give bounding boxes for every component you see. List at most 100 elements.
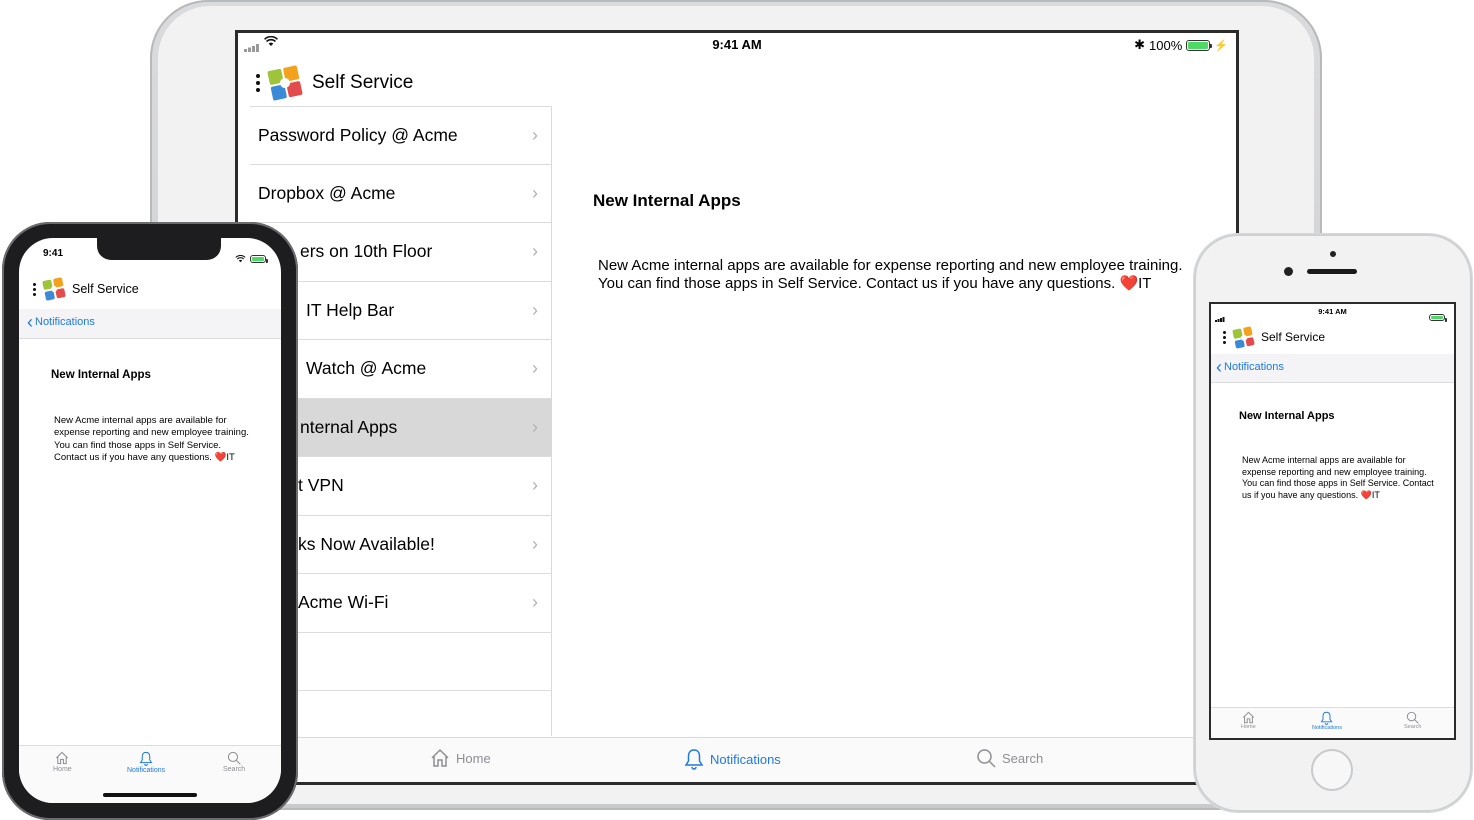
proximity-sensor (1330, 251, 1336, 257)
detail-body: New Acme internal apps are available for… (1242, 455, 1437, 501)
app-header: Self Service (256, 63, 413, 103)
detail-title: New Internal Apps (1239, 410, 1335, 422)
battery-percentage: 100% (1149, 37, 1183, 53)
home-indicator[interactable] (103, 793, 197, 797)
detail-signature: IT (226, 452, 235, 464)
notch (97, 238, 221, 260)
search-icon (227, 751, 241, 765)
iphone-x-screen: 9:41 Self Service ‹ Notifications New In… (19, 238, 281, 803)
list-item-label: nternal Apps (300, 416, 398, 437)
ipad-status-bar: 9:41 AM ✱ 100% ⚡ (238, 33, 1236, 55)
tab-home-label: Home (53, 766, 72, 773)
app-title: Self Service (72, 282, 139, 296)
tab-home-label: Home (1241, 724, 1256, 730)
tab-home[interactable]: Home (1241, 711, 1256, 730)
tab-search-label: Search (223, 766, 246, 773)
tab-notifications-label: Notifications (710, 751, 781, 767)
battery-icon (1186, 39, 1213, 51)
home-icon (1242, 711, 1254, 724)
earpiece-speaker (1307, 269, 1357, 274)
bell-icon (1321, 711, 1333, 725)
heart-icon: ❤️ (1360, 489, 1372, 500)
self-service-logo-icon (267, 65, 303, 101)
tab-notifications[interactable]: Notifications (684, 748, 781, 770)
detail-title: New Internal Apps (593, 191, 741, 210)
list-item-label: IT Help Bar (306, 299, 395, 320)
tab-home[interactable]: Home (53, 751, 72, 773)
back-button-label: Notifications (35, 316, 95, 328)
tab-search[interactable]: Search (1404, 711, 1421, 730)
status-time: 9:41 (43, 248, 64, 259)
tab-notifications-label: Notifications (127, 767, 166, 774)
chevron-right-icon: › (532, 358, 538, 379)
tab-bar: Home Notifications Search (238, 737, 1236, 782)
status-time: 9:41 AM (1318, 307, 1347, 316)
tab-notifications-label: Notifications (1312, 725, 1342, 731)
tab-home-label: Home (456, 750, 491, 766)
status-time: 9:41 AM (712, 37, 762, 52)
search-icon (1407, 711, 1419, 724)
chevron-right-icon: › (532, 241, 538, 262)
detail-signature: IT (1371, 489, 1380, 500)
chevron-left-icon: ‹ (1216, 357, 1222, 377)
iphone-8-screen: 9:41 AM Self Service ‹ Notifications New… (1209, 302, 1456, 740)
list-item-label: Acme Wi-Fi (298, 592, 389, 613)
list-item[interactable]: Dropbox @ Acme › (250, 165, 552, 223)
list-item[interactable]: Password Policy @ Acme › (250, 106, 552, 165)
status-right: ✱ 100% ⚡ (1134, 37, 1228, 53)
bluetooth-icon: ✱ (1134, 37, 1146, 52)
home-icon (431, 748, 449, 767)
more-menu-icon[interactable] (33, 282, 36, 296)
wifi-icon (235, 250, 246, 268)
tab-search[interactable]: Search (976, 748, 1043, 768)
detail-signature: IT (1138, 275, 1152, 292)
ipad-screen: 9:41 AM ✱ 100% ⚡ Self Service Password P… (235, 30, 1239, 785)
back-button-label: Notifications (1224, 361, 1284, 373)
chevron-right-icon: › (532, 475, 538, 496)
tab-bar: Home Notifications Search (1211, 707, 1454, 738)
detail-body: New Acme internal apps are available for… (54, 415, 254, 465)
list-item-label: ks Now Available! (298, 533, 435, 554)
battery-icon (250, 255, 268, 263)
bell-icon (684, 749, 704, 770)
detail-body: New Acme internal apps are available for… (598, 257, 1188, 293)
tab-search[interactable]: Search (223, 751, 245, 773)
more-menu-icon[interactable] (256, 74, 260, 92)
navigation-bar: ‹ Notifications (19, 309, 281, 339)
chevron-right-icon: › (532, 299, 538, 320)
detail-body-text: New Acme internal apps are available for… (1242, 455, 1434, 500)
bell-icon (139, 751, 153, 766)
detail-title: New Internal Apps (51, 369, 151, 381)
chevron-right-icon: › (532, 124, 538, 145)
navigation-bar: ‹ Notifications (1211, 354, 1454, 383)
search-icon (977, 749, 996, 768)
tab-search-label: Search (1404, 724, 1422, 730)
app-title: Self Service (312, 72, 414, 93)
home-button[interactable] (1311, 749, 1353, 791)
heart-icon: ❤️ (1119, 275, 1139, 292)
app-header: Self Service (1223, 325, 1326, 349)
chevron-right-icon: › (532, 592, 538, 613)
detail-body-text: New Acme internal apps are available for… (598, 257, 1183, 292)
home-icon (56, 751, 69, 765)
app-title: Self Service (1261, 330, 1326, 344)
back-button[interactable]: ‹ Notifications (1216, 357, 1284, 377)
charging-icon: ⚡ (1214, 39, 1228, 52)
chevron-right-icon: › (532, 533, 538, 554)
back-button[interactable]: ‹ Notifications (27, 312, 95, 332)
list-item-label: t VPN (298, 475, 344, 496)
list-item-label: Watch @ Acme (306, 358, 427, 379)
front-camera (1284, 267, 1293, 276)
tab-home[interactable]: Home (430, 748, 491, 768)
tab-notifications[interactable]: Notifications (127, 751, 165, 774)
list-item-label: Password Policy @ Acme (258, 124, 458, 145)
chevron-right-icon: › (532, 416, 538, 437)
self-service-logo-icon (42, 277, 66, 301)
battery-icon (1429, 314, 1447, 322)
list-item-label: Dropbox @ Acme (258, 182, 396, 203)
list-item-label: ers on 10th Floor (300, 241, 433, 262)
more-menu-icon[interactable] (1223, 330, 1226, 344)
tab-search-label: Search (1002, 750, 1044, 766)
chevron-left-icon: ‹ (27, 312, 33, 332)
tab-notifications[interactable]: Notifications (1312, 711, 1342, 731)
